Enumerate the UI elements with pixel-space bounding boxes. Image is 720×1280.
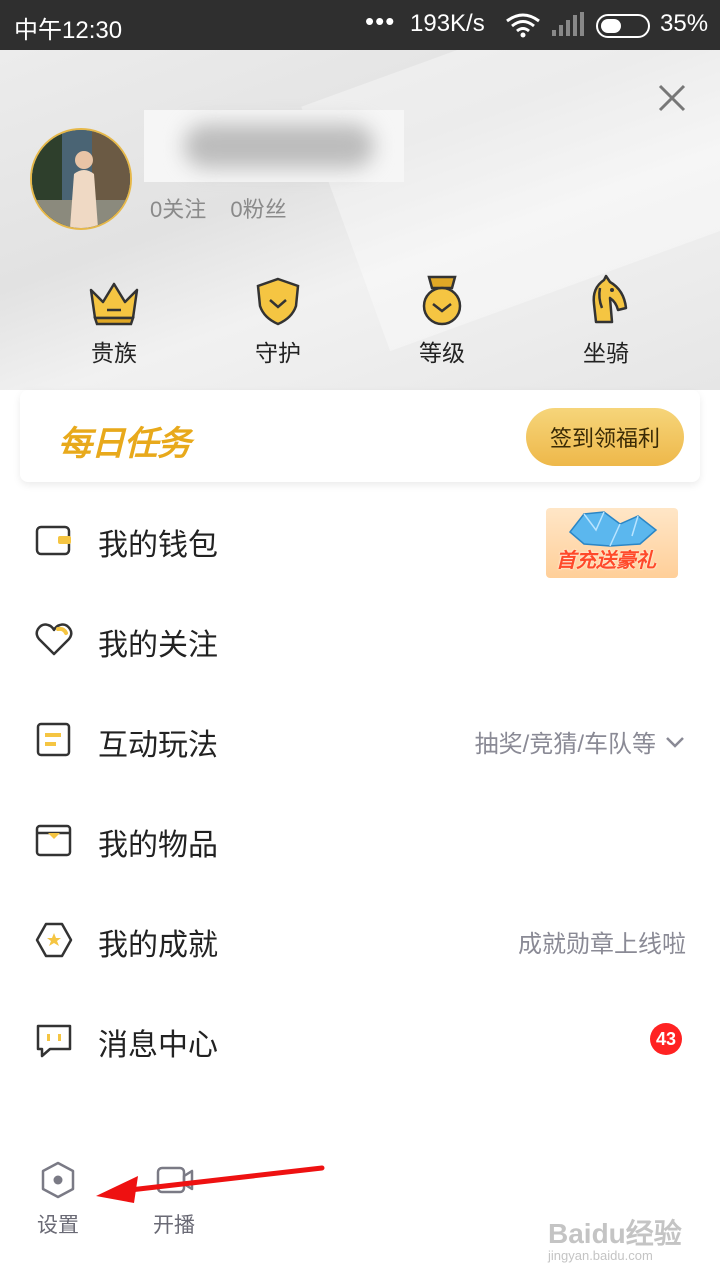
badge-guard-label: 守护	[255, 340, 301, 366]
badge-noble-label: 贵族	[91, 340, 137, 366]
menu-label-messages: 消息中心	[98, 1029, 218, 1062]
badge-guard[interactable]: 守护	[218, 270, 338, 368]
watermark-main: Baidu经验	[548, 1218, 682, 1249]
menu-label-items: 我的物品	[98, 829, 218, 862]
close-icon[interactable]	[652, 78, 692, 118]
menu-item-achievements[interactable]: 我的成就 成就勋章上线啦	[0, 890, 720, 990]
diamond-icon	[568, 511, 658, 547]
crown-icon	[54, 270, 174, 326]
profile-header: 0关注 0粉丝 贵族 守护 等级 坐骑	[0, 50, 720, 390]
fans-count[interactable]: 0粉丝	[230, 197, 286, 222]
menu-item-following[interactable]: 我的关注	[0, 590, 720, 690]
badge-mount[interactable]: 坐骑	[546, 270, 666, 368]
privilege-badges: 贵族 守护 等级 坐骑	[0, 270, 720, 366]
settings-hexagon-icon	[41, 1161, 75, 1199]
interactive-icon	[34, 720, 74, 760]
status-bar: 中午12:30 ••• 193K/s 35%	[0, 0, 720, 50]
following-count[interactable]: 0关注	[150, 197, 206, 222]
wifi-icon	[505, 12, 541, 43]
shield-icon	[218, 270, 338, 326]
checkin-reward-button[interactable]: 签到领福利	[526, 408, 684, 466]
avatar[interactable]	[30, 128, 132, 230]
menu-label-interactive: 互动玩法	[98, 729, 218, 762]
network-speed: 193K/s	[410, 10, 485, 37]
horse-icon	[546, 270, 666, 326]
follow-stats: 0关注 0粉丝	[150, 192, 305, 224]
settings-label: 设置	[37, 1214, 79, 1237]
watermark: Baidu经验 jingyan.baidu.com	[548, 1212, 682, 1263]
battery-icon	[596, 14, 654, 43]
first-recharge-promo[interactable]: 首充送豪礼	[546, 508, 678, 578]
menu-label-following: 我的关注	[98, 629, 218, 662]
username-blurred	[144, 110, 404, 182]
chevron-down-icon	[666, 736, 684, 748]
badge-level[interactable]: 等级	[382, 270, 502, 368]
promo-text: 首充送豪礼	[556, 550, 656, 572]
status-time: 中午12:30	[14, 17, 123, 44]
heart-icon	[34, 620, 74, 660]
achievement-icon	[34, 920, 74, 960]
battery-percent: 35%	[660, 10, 709, 37]
menu-label-wallet: 我的钱包	[98, 529, 218, 562]
achievements-hint: 成就勋章上线啦	[518, 931, 686, 958]
interactive-hint: 抽奖/竞猜/车队等	[475, 724, 686, 759]
menu-item-messages[interactable]: 消息中心 43	[0, 990, 720, 1090]
unread-count-badge: 43	[650, 1023, 682, 1055]
menu-item-interactive[interactable]: 互动玩法 抽奖/竞猜/车队等	[0, 690, 720, 790]
box-icon	[34, 820, 74, 860]
menu-item-wallet[interactable]: 我的钱包 首充送豪礼	[0, 490, 720, 590]
medal-icon	[382, 270, 502, 326]
broadcast-label: 开播	[153, 1214, 195, 1237]
settings-button[interactable]: 设置	[23, 1160, 93, 1239]
badge-noble[interactable]: 贵族	[54, 270, 174, 368]
menu-item-items[interactable]: 我的物品	[0, 790, 720, 890]
wallet-icon	[34, 520, 74, 560]
daily-task-title: 每日任务	[58, 425, 191, 463]
message-icon	[34, 1020, 74, 1060]
signal-icon	[552, 12, 584, 41]
menu-label-achievements: 我的成就	[98, 929, 218, 962]
badge-mount-label: 坐骑	[583, 340, 629, 366]
status-dots: •••	[365, 6, 396, 36]
daily-task-card: 每日任务 签到领福利	[20, 390, 700, 482]
annotation-arrow	[96, 1165, 325, 1203]
badge-level-label: 等级	[419, 340, 465, 366]
interactive-hint-text: 抽奖/竞猜/车队等	[474, 731, 656, 758]
